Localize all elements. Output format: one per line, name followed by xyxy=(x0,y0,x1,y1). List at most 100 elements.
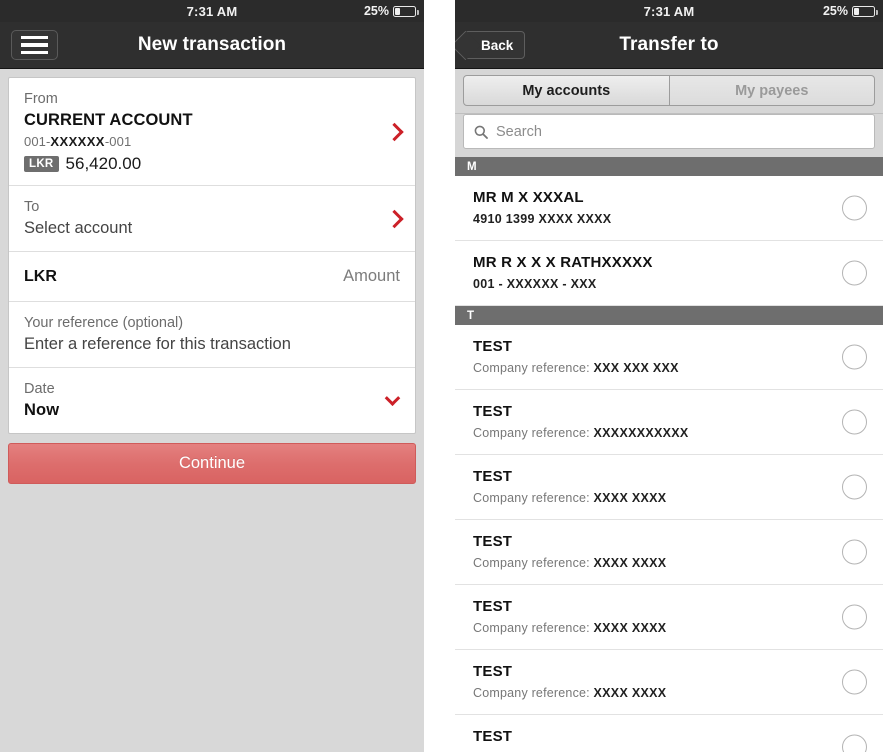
list-item-title: TEST xyxy=(473,468,513,485)
tab-my-accounts[interactable]: My accounts xyxy=(463,75,670,106)
list-item-title: TEST xyxy=(473,338,513,355)
radio-button-icon[interactable] xyxy=(842,409,867,435)
radio-button-icon[interactable] xyxy=(842,344,867,370)
battery-icon xyxy=(393,5,420,17)
status-right-group: 25% xyxy=(822,4,879,18)
list-item-title: TEST xyxy=(473,663,513,680)
list-item-sub-value: 4910 1399 XXXX XXXX xyxy=(473,212,612,226)
reference-input[interactable]: Enter a reference for this transaction xyxy=(24,333,375,356)
from-label: From xyxy=(24,91,58,107)
to-label: To xyxy=(24,199,40,215)
currency-chip: LKR xyxy=(24,156,59,172)
acct-prefix: 001- xyxy=(24,134,51,149)
list-item-sub-value: XXX XXX XXX xyxy=(593,361,679,375)
list-item-sub-value: XXXX XXXX xyxy=(593,556,667,570)
search-placeholder: Search xyxy=(496,123,542,140)
search-bar-container: Search xyxy=(455,114,883,157)
reference-label: Your reference (optional) xyxy=(24,315,184,331)
list-item-sub-value: XXXXXXXXXXX xyxy=(593,426,689,440)
to-value: Select account xyxy=(24,219,133,237)
radio-button-icon[interactable] xyxy=(842,669,867,695)
amount-currency-label: LKR xyxy=(24,267,57,285)
from-account-number: 001-XXXXXX-001 xyxy=(24,132,375,151)
from-account-row[interactable]: From CURRENT ACCOUNT 001-XXXXXX-001 LKR … xyxy=(9,78,415,186)
list-item-subtitle: Company reference: XXXX XXXX xyxy=(473,554,827,573)
to-account-row[interactable]: To Select account xyxy=(9,186,415,252)
status-time: 7:31 AM xyxy=(186,3,238,19)
list-item-title: MR R X X X RATHXXXXX xyxy=(473,254,653,271)
radio-button-icon[interactable] xyxy=(842,260,867,286)
battery-icon xyxy=(852,5,879,17)
list-section-header: M xyxy=(455,157,883,176)
list-item-sub-value: XXXX XXXX xyxy=(593,491,667,505)
chevron-right-icon xyxy=(385,209,404,228)
radio-button-icon[interactable] xyxy=(842,604,867,630)
list-item-sub-label: Company reference: xyxy=(473,426,594,440)
left-nav-bar: New transaction xyxy=(0,22,424,69)
reference-row[interactable]: Your reference (optional) Enter a refere… xyxy=(9,302,415,368)
list-item-subtitle: Company reference: XXXX XXXX xyxy=(473,684,827,703)
search-input[interactable]: Search xyxy=(463,114,875,149)
list-item-title: TEST xyxy=(473,403,513,420)
continue-button[interactable]: Continue xyxy=(8,443,416,484)
list-item[interactable]: MR M X XXXAL 4910 1399 XXXX XXXX xyxy=(455,176,883,241)
status-right-group: 25% xyxy=(363,4,420,18)
from-account-name: CURRENT ACCOUNT xyxy=(24,111,193,129)
list-item-sub-value: 001 - XXXXXX - XXX xyxy=(473,277,597,291)
list-item[interactable]: TEST Company reference: XXX XXX XXX xyxy=(455,325,883,390)
tab-my-payees[interactable]: My payees xyxy=(669,75,875,106)
list-item[interactable]: TEST Company reference: XXXX XXXX xyxy=(455,585,883,650)
transfer-to-list[interactable]: M MR M X XXXAL 4910 1399 XXXX XXXX MR R X X… xyxy=(455,157,883,752)
hamburger-menu-icon[interactable] xyxy=(11,30,58,60)
page-title: New transaction xyxy=(137,34,287,55)
list-item[interactable]: TEST Company reference: XXXX XXXX xyxy=(455,520,883,585)
list-item-subtitle: Company reference: XXXX XXXX xyxy=(473,619,827,638)
new-transaction-form: From CURRENT ACCOUNT 001-XXXXXX-001 LKR … xyxy=(8,77,416,434)
list-item[interactable]: TEST Company reference: XXXXXXXXXXX xyxy=(455,390,883,455)
list-item-sub-value: XXXX XXXX xyxy=(593,621,667,635)
battery-percent-label: 25% xyxy=(363,4,389,18)
left-status-bar: 7:31 AM 25% xyxy=(0,0,424,22)
list-item-sub-label: Company reference: xyxy=(473,491,594,505)
date-value: Now xyxy=(24,401,60,419)
list-item-subtitle: Company reference: XXXXXXXXXXX xyxy=(473,424,827,443)
list-item-sub-label: Company reference: xyxy=(473,621,594,635)
back-button-label: Back xyxy=(481,37,514,53)
search-icon xyxy=(474,125,488,139)
amount-input[interactable]: Amount xyxy=(343,267,400,286)
right-nav-bar: Back Transfer to xyxy=(455,22,883,69)
back-button[interactable]: Back xyxy=(464,31,526,59)
list-item-subtitle: 001 - XXXXXX - XXX xyxy=(473,275,827,294)
chevron-down-icon xyxy=(384,389,401,406)
list-item[interactable]: MR R X X X RATHXXXXX 001 - XXXXXX - XXX xyxy=(455,241,883,306)
list-item[interactable]: TEST Company reference: XXXX XXXX xyxy=(455,650,883,715)
acct-suffix: -001 xyxy=(104,134,132,149)
radio-button-icon[interactable] xyxy=(842,734,867,752)
left-phone-screen: 7:31 AM 25% New transaction From CURRENT… xyxy=(0,0,424,752)
amount-row[interactable]: LKR Amount xyxy=(9,252,415,302)
battery-percent-label: 25% xyxy=(822,4,848,18)
chevron-right-icon xyxy=(385,122,404,141)
screenshot-stage: 7:31 AM 25% New transaction From CURRENT… xyxy=(0,0,883,752)
list-item-title: MR M X XXXAL xyxy=(473,189,584,206)
radio-button-icon[interactable] xyxy=(842,539,867,565)
list-item[interactable]: TESTCompany reference: 123456963 xyxy=(455,715,883,752)
list-item-sub-label: Company reference: xyxy=(473,361,594,375)
balance-amount: 56,420.00 xyxy=(65,154,142,173)
list-item-title: TEST xyxy=(473,533,513,550)
segmented-control: My accounts My payees xyxy=(455,69,883,114)
list-section-header: T xyxy=(455,306,883,325)
date-label: Date xyxy=(24,381,55,397)
status-time: 7:31 AM xyxy=(643,3,695,19)
list-item[interactable]: TEST Company reference: XXXX XXXX xyxy=(455,455,883,520)
list-item-sub-value: XXXX XXXX xyxy=(593,686,667,700)
list-item-subtitle: Company reference: XXXX XXXX xyxy=(473,489,827,508)
radio-button-icon[interactable] xyxy=(842,195,867,221)
acct-mask: XXXXXX xyxy=(50,134,105,149)
list-item-title: TEST xyxy=(473,728,513,745)
radio-button-icon[interactable] xyxy=(842,474,867,500)
list-item-subtitle: 4910 1399 XXXX XXXX xyxy=(473,210,827,229)
from-balance-line: LKR 56,420.00 xyxy=(24,154,375,174)
list-item-title: TEST xyxy=(473,598,513,615)
date-row[interactable]: Date Now xyxy=(9,368,415,433)
